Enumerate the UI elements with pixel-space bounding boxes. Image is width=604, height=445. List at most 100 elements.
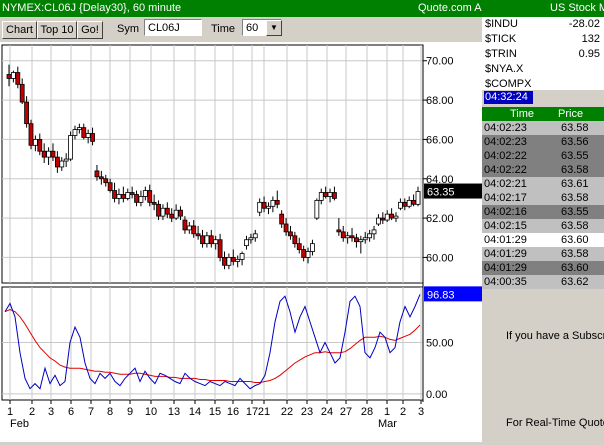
- trade-row[interactable]: 04:02:21 63.61: [482, 177, 604, 191]
- quote-row[interactable]: $COMPX: [482, 77, 604, 92]
- y-tick-label: 70.00: [426, 56, 454, 68]
- trade-price: 63.55: [561, 150, 589, 162]
- last-price-label: 63.35: [427, 187, 455, 199]
- trade-price: 63.56: [561, 136, 589, 148]
- candle-body: [230, 257, 236, 262]
- candle-body: [393, 215, 399, 219]
- candle-body: [182, 219, 188, 231]
- x-tick-label: 14: [189, 406, 201, 418]
- go-button[interactable]: Go!: [77, 21, 103, 39]
- quote-symbol: $TICK: [485, 33, 517, 45]
- indicator-tick-label: 50.00: [426, 337, 454, 349]
- trades-header-price: Price: [558, 108, 584, 120]
- trade-row[interactable]: 04:02:15 63.58: [482, 219, 604, 233]
- candle-body: [156, 203, 161, 217]
- candle-body: [389, 213, 395, 219]
- trade-price: 63.60: [561, 234, 589, 246]
- candle-body: [15, 72, 21, 85]
- trade-row[interactable]: 04:00:35 63.62: [482, 275, 604, 289]
- y-tick-label: 66.00: [426, 134, 454, 146]
- candle-body: [336, 229, 342, 233]
- candle-body: [362, 237, 368, 241]
- realtime-notice[interactable]: For Real-Time Quote: [506, 417, 604, 429]
- trades-header: Time Price: [482, 107, 604, 121]
- candle-body: [217, 239, 223, 258]
- symbol-input[interactable]: CL06J: [144, 19, 202, 36]
- candle-body: [371, 229, 377, 235]
- x-tick-label: 21: [258, 406, 270, 418]
- candle: [68, 131, 73, 162]
- clock-display: 04:32:24: [484, 91, 533, 104]
- candle-body: [50, 150, 56, 158]
- trade-row[interactable]: 04:02:16 63.55: [482, 205, 604, 219]
- trade-price: 63.58: [561, 164, 589, 176]
- candle-body: [76, 127, 82, 130]
- candle-body: [261, 201, 267, 209]
- quote-symbol: $INDU: [485, 18, 519, 30]
- trade-row[interactable]: 04:02:22 63.58: [482, 163, 604, 177]
- trade-row[interactable]: 04:02:23 63.56: [482, 135, 604, 149]
- quote-row[interactable]: $TICK 132: [482, 32, 604, 47]
- trade-price: 63.58: [561, 192, 589, 204]
- provider-label: Quote.com A: [418, 2, 482, 14]
- top10-button[interactable]: Top 10: [37, 21, 77, 39]
- x-tick-label: 10: [145, 406, 157, 418]
- chart-button[interactable]: Chart: [2, 21, 37, 39]
- candle-body: [28, 123, 34, 146]
- candle-body: [191, 225, 197, 235]
- candle-body: [200, 235, 205, 245]
- candle-body: [41, 150, 47, 158]
- candle-body: [239, 253, 245, 260]
- candle-body: [398, 201, 403, 209]
- trade-price: 63.58: [561, 248, 589, 260]
- trade-time: 04:02:17: [484, 192, 527, 204]
- chart-area: 1 2 3 6 7 8 9 10 13 14 15 16 17 21 22 23 24 27 28 1 2 3 Feb Mar…: [0, 42, 482, 442]
- stock-panel-header: US Stock M: [482, 0, 604, 17]
- candle-body: [125, 192, 131, 199]
- x-tick-label: 22: [281, 406, 293, 418]
- chevron-down-icon[interactable]: ▼: [266, 20, 282, 36]
- index-quotes: $INDU -28.02 $TICK 132 $TRIN 0.95 $NYA.X $C…: [482, 17, 604, 90]
- candle-body: [142, 190, 148, 197]
- trade-row[interactable]: 04:01:29 63.58: [482, 247, 604, 261]
- candle-body: [116, 194, 122, 199]
- candle-body: [59, 160, 65, 168]
- trade-row[interactable]: 04:02:23 63.58: [482, 121, 604, 135]
- candle-body: [380, 217, 386, 221]
- trade-row[interactable]: 04:02:22 63.55: [482, 149, 604, 163]
- trades-header-time: Time: [510, 108, 535, 120]
- candle-body: [90, 133, 95, 142]
- time-select-value: 60: [246, 22, 259, 34]
- candle-body: [248, 237, 254, 241]
- candle-body: [6, 74, 12, 79]
- trade-time: 04:00:35: [484, 276, 527, 288]
- trade-row[interactable]: 04:02:17 63.58: [482, 191, 604, 205]
- candle-body: [72, 129, 78, 136]
- y-tick-label: 62.00: [426, 213, 454, 225]
- toolbar: Chart Top 10 Go! Sym CL06J Time 60 ▼: [0, 17, 482, 42]
- candle-body: [270, 199, 276, 207]
- candle-body: [411, 199, 417, 205]
- trade-price: 63.58: [561, 220, 589, 232]
- subscription-notice[interactable]: If you have a Subscri: [506, 330, 604, 342]
- quote-symbol: $TRIN: [485, 48, 517, 60]
- quote-row[interactable]: $INDU -28.02: [482, 17, 604, 32]
- time-select[interactable]: 60 ▼: [242, 19, 282, 36]
- quote-row[interactable]: $TRIN 0.95: [482, 47, 604, 62]
- indicator-value-label: 96.83: [427, 289, 455, 301]
- candle-body: [178, 209, 183, 217]
- y-tick-label: 68.00: [426, 95, 454, 107]
- candle-body: [173, 209, 179, 219]
- candle-body: [367, 233, 373, 239]
- x-tick-label: 27: [340, 406, 352, 418]
- candle-body: [384, 213, 390, 221]
- candle-body: [94, 170, 100, 178]
- candle-body: [112, 190, 117, 199]
- trade-row[interactable]: 04:01:29 63.60: [482, 233, 604, 247]
- trade-row[interactable]: 04:01:29 63.60: [482, 261, 604, 275]
- candle-body: [186, 225, 192, 231]
- candle-body: [98, 176, 104, 180]
- candle-body: [345, 235, 351, 239]
- quote-row[interactable]: $NYA.X: [482, 62, 604, 77]
- quote-value: -28.02: [568, 18, 600, 30]
